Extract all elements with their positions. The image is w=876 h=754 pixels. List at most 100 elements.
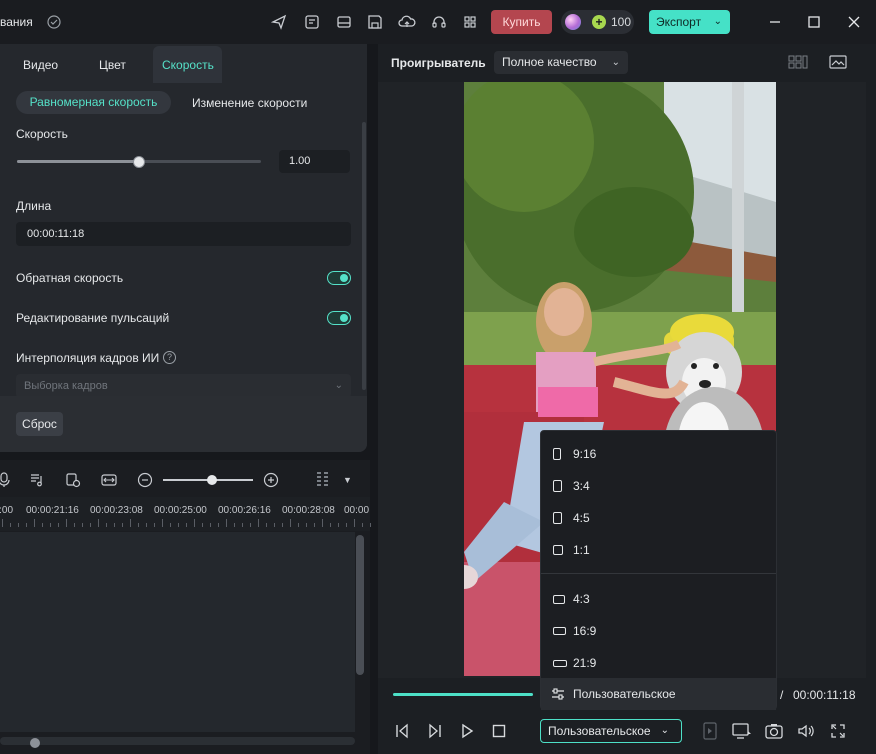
aspect-shape-icon bbox=[553, 512, 562, 524]
timeline-tracks[interactable] bbox=[0, 532, 355, 732]
ruler-label: 00:00:28:08 bbox=[282, 505, 335, 516]
ruler-tick bbox=[290, 519, 291, 527]
cloud-upload-icon[interactable] bbox=[397, 12, 417, 32]
ruler-tick bbox=[282, 523, 283, 527]
ruler-tick bbox=[82, 523, 83, 527]
mic-icon[interactable] bbox=[0, 471, 14, 489]
reset-button[interactable]: Сброс bbox=[16, 412, 63, 436]
ruler-tick bbox=[34, 519, 35, 527]
previous-frame-icon[interactable] bbox=[392, 721, 412, 741]
ruler-tick bbox=[330, 523, 331, 527]
aspect-option-label: 21:9 bbox=[573, 656, 597, 670]
tab-color[interactable]: Цвет bbox=[99, 58, 126, 72]
quality-select[interactable]: Полное качество ⌄ bbox=[494, 51, 628, 74]
subtab-speed-ramping[interactable]: Изменение скорости bbox=[192, 96, 307, 110]
timeline-vertical-scrollbar[interactable] bbox=[356, 535, 364, 675]
ruler-tick bbox=[226, 519, 227, 527]
ruler-tick bbox=[218, 523, 219, 527]
next-frame-icon[interactable] bbox=[425, 721, 445, 741]
ruler-tick bbox=[26, 523, 27, 527]
ruler-tick bbox=[338, 523, 339, 527]
close-icon[interactable] bbox=[844, 12, 864, 32]
zoom-in-icon[interactable] bbox=[262, 471, 280, 489]
detach-icon[interactable] bbox=[64, 471, 82, 489]
fit-icon[interactable] bbox=[100, 471, 118, 489]
stop-icon[interactable] bbox=[489, 721, 509, 741]
aspect-option-1x1[interactable]: 1:1 bbox=[541, 534, 776, 566]
ai-frame-interpolation-label: Интерполяция кадров ИИ bbox=[16, 351, 160, 365]
layout-icon[interactable] bbox=[334, 12, 354, 32]
speed-slider-handle[interactable] bbox=[133, 156, 145, 168]
snapshot-camera-icon[interactable] bbox=[764, 721, 784, 741]
frame-sampling-select: Выборка кадров ⌄ bbox=[16, 374, 351, 398]
zoom-slider-handle[interactable] bbox=[207, 475, 217, 485]
ruler-tick bbox=[114, 523, 115, 527]
ruler-tick bbox=[130, 519, 131, 527]
fullscreen-icon[interactable] bbox=[828, 721, 848, 741]
sliders-icon bbox=[551, 687, 565, 704]
play-icon[interactable] bbox=[457, 721, 477, 741]
aspect-option-4x5[interactable]: 4:5 bbox=[541, 502, 776, 534]
ruler-tick bbox=[370, 523, 371, 527]
aspect-option-custom[interactable]: Пользовательское bbox=[541, 678, 776, 710]
minimize-icon[interactable] bbox=[765, 12, 785, 32]
time-separator: / bbox=[780, 688, 784, 702]
aspect-shape-icon bbox=[553, 448, 561, 460]
playback-progress[interactable] bbox=[393, 693, 533, 696]
aspect-option-9x16[interactable]: 9:16 bbox=[541, 438, 776, 470]
export-button[interactable]: Экспорт ⌄ bbox=[649, 10, 730, 34]
apps-grid-icon[interactable] bbox=[460, 12, 480, 32]
music-note-icon[interactable] bbox=[28, 471, 46, 489]
ruler-tick bbox=[242, 523, 243, 527]
duration-label: Длина bbox=[16, 199, 52, 213]
ruler-label: 00:00:26:16 bbox=[218, 505, 271, 516]
timeline-horizontal-scrollbar[interactable] bbox=[0, 737, 355, 745]
headset-icon[interactable] bbox=[429, 12, 449, 32]
ai-orb-icon bbox=[565, 14, 581, 30]
aspect-option-3x4[interactable]: 3:4 bbox=[541, 470, 776, 502]
render-preview-icon[interactable] bbox=[700, 721, 720, 741]
aspect-option-label: 1:1 bbox=[573, 543, 590, 557]
ruler-tick bbox=[210, 523, 211, 527]
help-icon[interactable]: ? bbox=[163, 351, 176, 364]
ripple-edit-toggle[interactable] bbox=[327, 311, 351, 325]
timeline-scroll-handle[interactable] bbox=[30, 738, 40, 748]
ruler-tick bbox=[258, 519, 259, 527]
buy-button[interactable]: Купить bbox=[491, 10, 552, 34]
maximize-icon[interactable] bbox=[804, 12, 824, 32]
panel-scrollbar[interactable] bbox=[362, 122, 366, 390]
aspect-option-21x9[interactable]: 21:9 bbox=[541, 647, 776, 679]
project-settings-icon[interactable] bbox=[302, 12, 322, 32]
ruler-tick bbox=[306, 523, 307, 527]
grid-view-icon[interactable] bbox=[788, 52, 808, 72]
aspect-option-16x9[interactable]: 16:9 bbox=[541, 615, 776, 647]
caret-down-icon[interactable]: ▼ bbox=[343, 475, 352, 485]
volume-icon[interactable] bbox=[796, 721, 816, 741]
add-credits-icon[interactable]: + bbox=[592, 15, 606, 29]
ripple-edit-label: Редактирование пульсаций bbox=[16, 311, 170, 325]
speed-value-input[interactable]: 1.00 bbox=[279, 150, 350, 173]
ruler-tick bbox=[362, 523, 363, 527]
ruler-tick bbox=[154, 523, 155, 527]
saved-check-icon bbox=[44, 12, 64, 32]
aspect-option-label: 4:5 bbox=[573, 511, 590, 525]
zoom-out-icon[interactable] bbox=[136, 471, 154, 489]
aspect-ratio-select[interactable]: Пользовательское ⌄ bbox=[540, 719, 682, 743]
reverse-speed-toggle[interactable] bbox=[327, 271, 351, 285]
chevron-down-icon: ⌄ bbox=[660, 725, 669, 736]
image-icon[interactable] bbox=[828, 52, 848, 72]
panel-divider[interactable] bbox=[370, 44, 378, 754]
send-icon[interactable] bbox=[269, 12, 289, 32]
tab-video[interactable]: Видео bbox=[23, 58, 58, 72]
aspect-option-4x3[interactable]: 4:3 bbox=[541, 583, 776, 615]
tab-speed[interactable]: Скорость bbox=[162, 58, 214, 72]
ruler-tick bbox=[10, 523, 11, 527]
subtab-uniform-speed[interactable]: Равномерная скорость bbox=[16, 91, 171, 114]
duration-input[interactable]: 00:00:11:18 bbox=[16, 222, 351, 246]
ruler-tick bbox=[250, 523, 251, 527]
columns-icon[interactable] bbox=[314, 471, 332, 489]
save-icon[interactable] bbox=[365, 12, 385, 32]
display-icon[interactable] bbox=[732, 721, 752, 741]
quality-value: Полное качество bbox=[502, 55, 597, 69]
ruler-label: 00:00:23:08 bbox=[90, 505, 143, 516]
